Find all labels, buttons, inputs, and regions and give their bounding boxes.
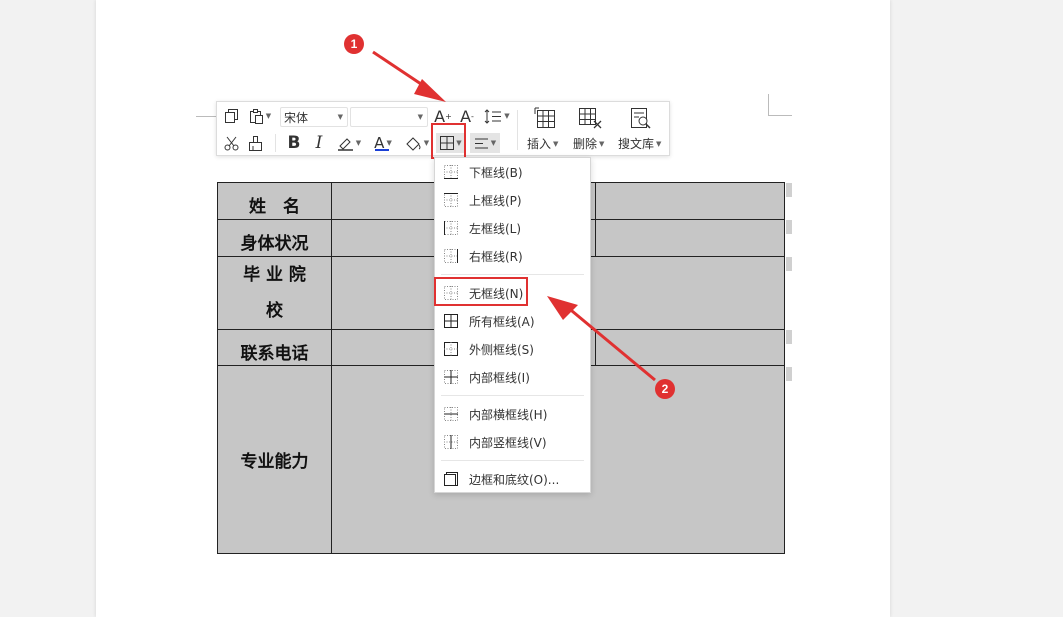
- font-name-value: 宋体: [284, 110, 309, 125]
- highlighter-icon: [337, 137, 353, 151]
- inside-vertical-border-icon: [444, 435, 458, 449]
- menu-item-label: 所有框线(A): [469, 314, 535, 329]
- left-border-icon: [444, 221, 458, 235]
- inside-horizontal-border-icon: [444, 407, 458, 421]
- menu-item-label: 内部框线(I): [469, 370, 530, 385]
- menu-item-bottom-border[interactable]: 下框线(B): [435, 158, 590, 186]
- copy-icon[interactable]: [221, 106, 241, 126]
- table-row-label-name[interactable]: 姓 名: [218, 183, 331, 219]
- menu-item-label: 右框线(R): [469, 249, 523, 264]
- menu-item-label: 边框和底纹(O)...: [469, 472, 560, 487]
- delete-button[interactable]: 删除 ▼: [573, 135, 604, 152]
- step-badge-2: 2: [655, 379, 675, 399]
- menu-item-outside-borders[interactable]: 外侧框线(S): [435, 335, 590, 363]
- align-button[interactable]: ▼: [470, 133, 500, 153]
- font-size-select[interactable]: ▼: [350, 107, 428, 127]
- cut-icon[interactable]: [221, 133, 241, 153]
- margin-mark-right: [768, 94, 769, 116]
- delete-table-icon[interactable]: [572, 106, 608, 130]
- right-border-icon: [444, 249, 458, 263]
- column-divider-right-2: [595, 329, 596, 365]
- chevron-down-icon: ▼: [337, 113, 343, 121]
- chevron-down-icon: ▼: [417, 113, 423, 121]
- chevron-down-icon: ▼: [504, 112, 510, 120]
- column-divider-right: [595, 183, 596, 257]
- menu-item-label: 上框线(P): [469, 193, 522, 208]
- step-badge-1: 1: [344, 34, 364, 54]
- border-dropdown-menu: 下框线(B) 上框线(P) 左框线(L) 右框线(R) 无框线(N) 所有框线(…: [434, 157, 591, 493]
- row-end-mark: [786, 220, 792, 234]
- italic-button[interactable]: I: [309, 133, 329, 153]
- school-label-line2: 校: [266, 301, 283, 321]
- format-painter-icon[interactable]: [245, 133, 265, 153]
- column-divider: [331, 183, 332, 553]
- paint-bucket-icon: [406, 136, 421, 151]
- chevron-down-icon: ▼: [599, 139, 605, 148]
- school-label-line1: 毕 业 院: [243, 265, 306, 285]
- align-left-icon: [474, 138, 488, 148]
- font-color-swatch: [375, 149, 389, 151]
- menu-item-borders-shading[interactable]: 边框和底纹(O)...: [435, 465, 590, 493]
- search-library-button[interactable]: 搜文库 ▼: [618, 135, 661, 152]
- chevron-down-icon: ▼: [656, 139, 662, 148]
- insert-table-icon[interactable]: [527, 106, 563, 130]
- chevron-down-icon: ▼: [553, 139, 559, 148]
- all-borders-icon: [444, 314, 458, 328]
- menu-divider: [441, 395, 584, 396]
- highlight-button[interactable]: ▼: [334, 133, 364, 153]
- menu-item-left-border[interactable]: 左框线(L): [435, 214, 590, 242]
- menu-item-label: 内部竖框线(V): [469, 435, 547, 450]
- menu-item-inside-borders[interactable]: 内部框线(I): [435, 363, 590, 391]
- menu-item-right-border[interactable]: 右框线(R): [435, 242, 590, 270]
- toolbar-divider: [275, 134, 276, 152]
- table-row-label-phone[interactable]: 联系电话: [218, 330, 331, 366]
- shading-button[interactable]: ▼: [402, 133, 432, 153]
- outside-borders-icon: [444, 342, 458, 356]
- margin-mark-right-h: [768, 115, 792, 116]
- margin-mark-left: [196, 116, 216, 117]
- menu-divider: [441, 460, 584, 461]
- font-name-select[interactable]: 宋体 ▼: [280, 107, 348, 127]
- highlight-box-no-border: [434, 277, 528, 306]
- table-row-label-skills[interactable]: 专业能力: [218, 366, 331, 553]
- chevron-down-icon: ▼: [386, 139, 392, 147]
- insert-label: 插入: [527, 137, 552, 151]
- font-color-button[interactable]: A ▼: [368, 133, 398, 153]
- menu-divider: [441, 274, 584, 275]
- insert-button[interactable]: 插入 ▼: [527, 135, 558, 152]
- paste-icon: [249, 108, 263, 124]
- chevron-down-icon: ▼: [423, 139, 430, 147]
- bottom-border-icon: [444, 165, 458, 179]
- menu-item-all-borders[interactable]: 所有框线(A): [435, 307, 590, 335]
- paste-button[interactable]: ▼: [245, 106, 275, 126]
- delete-label: 删除: [573, 137, 598, 151]
- menu-item-top-border[interactable]: 上框线(P): [435, 186, 590, 214]
- line-spacing-button[interactable]: ▼: [482, 106, 512, 126]
- line-spacing-icon: [484, 108, 502, 124]
- table-row-label-health[interactable]: 身体状况: [218, 220, 331, 256]
- row-end-mark: [786, 257, 792, 271]
- top-border-icon: [444, 193, 458, 207]
- menu-item-label: 下框线(B): [469, 165, 523, 180]
- menu-item-label: 左框线(L): [469, 221, 522, 236]
- chevron-down-icon: ▼: [265, 112, 272, 120]
- chevron-down-icon: ▼: [355, 139, 362, 147]
- menu-item-inside-vertical[interactable]: 内部竖框线(V): [435, 428, 590, 456]
- row-end-mark: [786, 183, 792, 197]
- bold-button[interactable]: B: [284, 133, 304, 153]
- row-end-mark: [786, 330, 792, 344]
- menu-item-inside-horizontal[interactable]: 内部横框线(H): [435, 400, 590, 428]
- toolbar-divider: [517, 110, 518, 150]
- menu-item-label: 内部横框线(H): [469, 407, 548, 422]
- highlight-box-borders: [431, 123, 466, 159]
- borders-and-shading-icon: [444, 472, 458, 486]
- table-row-label-school[interactable]: 毕 业 院 校: [218, 257, 331, 329]
- search-library-label: 搜文库: [618, 137, 655, 151]
- chevron-down-icon: ▼: [490, 139, 497, 147]
- inside-borders-icon: [444, 370, 458, 384]
- row-end-mark: [786, 367, 792, 381]
- search-doc-icon[interactable]: [622, 106, 658, 130]
- menu-item-label: 外侧框线(S): [469, 342, 534, 357]
